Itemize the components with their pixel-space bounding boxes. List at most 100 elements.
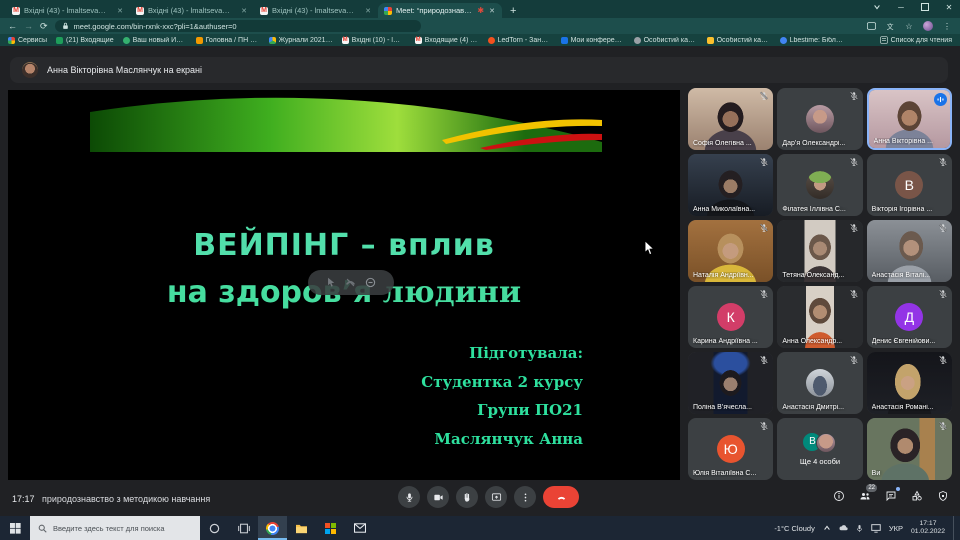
participant-tile[interactable]: ДДенис Євгенійови...: [867, 286, 952, 348]
bookmark-label: Головна / ПН Сто...: [206, 37, 260, 44]
taskbar-search-input[interactable]: Введите здесь текст для поиска: [30, 516, 200, 540]
participant-tile[interactable]: Наталія Андріївн...: [688, 220, 773, 282]
participant-tile[interactable]: Софія Олегівна ...: [688, 88, 773, 150]
bookmark-star-icon[interactable]: ☆: [904, 21, 914, 31]
mic-muted-icon: [938, 355, 948, 365]
participant-tile[interactable]: Філатея Іллівна С...: [777, 154, 862, 216]
activities-button[interactable]: [910, 488, 924, 504]
bookmark-orange-round-icon: [488, 37, 495, 44]
taskbar-clock[interactable]: 17:17 01.02.2022: [911, 520, 945, 537]
host-controls-button[interactable]: [936, 488, 950, 504]
bookmark-item[interactable]: MВходящие (4) - lmal...: [415, 37, 479, 44]
show-desktop-button[interactable]: [953, 516, 958, 540]
bookmark-item[interactable]: Сервисы: [8, 37, 47, 44]
camera-button[interactable]: [427, 486, 449, 508]
bookmark-item[interactable]: MВхідні (10) - lmalts...: [342, 37, 406, 44]
search-icon: [38, 524, 47, 533]
system-tray: -1°C Cloudy УКР 17:17 01.02.2022: [774, 516, 960, 540]
reload-button[interactable]: ⟳: [40, 22, 48, 31]
participant-tile[interactable]: ЮЮлія Віталіївна С...: [688, 418, 773, 480]
close-button[interactable]: ✕: [944, 2, 954, 12]
cursor-tool-icon[interactable]: [327, 277, 336, 288]
cortana-button[interactable]: [200, 516, 229, 540]
participant-tile[interactable]: Анна Олександр...: [777, 286, 862, 348]
task-view-button[interactable]: [229, 516, 258, 540]
participant-tile[interactable]: Тетяна Олександ...: [777, 220, 862, 282]
participant-tile[interactable]: ВВікторія Ігорівна ...: [867, 154, 952, 216]
raise-hand-button[interactable]: [456, 486, 478, 508]
present-button[interactable]: [485, 486, 507, 508]
photo-avatar: [806, 369, 834, 397]
minimize-tool-icon[interactable]: [365, 277, 376, 288]
forward-button[interactable]: →: [24, 22, 33, 31]
participant-tile[interactable]: Поліна В’ячесла...: [688, 352, 773, 414]
participant-tile[interactable]: Ви: [867, 418, 952, 480]
translate-icon[interactable]: 文: [885, 21, 895, 31]
browser-tab[interactable]: Meet: “природознавство з м✱✕: [378, 3, 502, 18]
more-options-button[interactable]: [514, 486, 536, 508]
bookmark-item[interactable]: Мои конференции...: [561, 37, 625, 44]
browser-tab[interactable]: MВхідні (43) - lmaltseva@kubg.ed✕: [6, 3, 130, 18]
tabs-container: MВхідні (43) - lmaltseva@kubg.ed✕MВхідні…: [6, 3, 502, 18]
participant-tile[interactable]: Анастасія Віталі...: [867, 220, 952, 282]
meeting-details-button[interactable]: [832, 488, 846, 504]
restore-button[interactable]: [920, 2, 930, 12]
chat-button[interactable]: [884, 488, 898, 504]
bookmark-item[interactable]: Головна / ПН Сто...: [196, 37, 260, 44]
participant-name: Вікторія Ігорівна ...: [872, 206, 938, 213]
overflow-tile[interactable]: ВЩе 4 особи: [777, 418, 862, 480]
browser-tab[interactable]: MВхідні (43) - lmaltseva@kubg.ed✕: [254, 3, 378, 18]
mic-muted-icon: [849, 157, 859, 167]
address-bar[interactable]: meet.google.com/bin-rxnk-xxc?pli=1&authu…: [55, 20, 421, 32]
bookmark-item[interactable]: (21) Входящие: [56, 37, 114, 44]
tab-close-icon[interactable]: ✕: [488, 7, 496, 15]
chrome-menu-icon[interactable]: ⋮: [942, 21, 952, 31]
browser-tab[interactable]: MВхідні (43) - lmaltseva@kubg.ed✕: [130, 3, 254, 18]
language-indicator[interactable]: УКР: [889, 524, 903, 533]
gmail-favicon: M: [136, 7, 144, 15]
profile-avatar[interactable]: [923, 21, 933, 31]
participant-tile[interactable]: Дар’я Олександрі...: [777, 88, 862, 150]
bookmark-item[interactable]: Ваш новый Интерн...: [123, 37, 187, 44]
slide-credits: Підготувала: Студентка 2 курсу Групи ПО2…: [421, 339, 583, 453]
end-call-button[interactable]: [543, 486, 579, 508]
start-button[interactable]: [0, 516, 30, 540]
reading-list-button[interactable]: Список для чтения: [880, 36, 952, 44]
bookmark-item[interactable]: Lbestime: Бібліотека: [780, 37, 844, 44]
tray-mic-icon[interactable]: [856, 524, 863, 533]
bookmark-drive-icon: [269, 37, 276, 44]
bookmark-item[interactable]: Журнали 2021-202...: [269, 37, 333, 44]
weather-widget[interactable]: -1°C Cloudy: [774, 524, 815, 533]
file-explorer-button[interactable]: [287, 516, 316, 540]
media-card-icon[interactable]: [866, 21, 876, 31]
onedrive-icon[interactable]: [839, 524, 848, 532]
display-icon[interactable]: [871, 524, 881, 533]
microphone-button[interactable]: [398, 486, 420, 508]
chrome-taskbar-button[interactable]: [258, 516, 287, 540]
participant-name: Денис Євгенійови...: [872, 338, 938, 345]
tab-title: Вхідні (43) - lmaltseva@kubg.ed: [24, 6, 112, 15]
participant-tile[interactable]: Анна Миколаївна...: [688, 154, 773, 216]
bookmark-item[interactable]: Особистий кабінет...: [634, 37, 698, 44]
participant-tile[interactable]: Анна Вікторівна ...: [867, 88, 952, 150]
mic-muted-icon: [759, 223, 769, 233]
hidden-icons-caret[interactable]: [823, 524, 831, 532]
participants-button[interactable]: 22: [858, 488, 872, 504]
participant-name: Анастасія Романі...: [872, 404, 938, 411]
bookmark-item[interactable]: LedTorn - Занятт...: [488, 37, 552, 44]
tab-close-icon[interactable]: ✕: [116, 7, 124, 15]
tab-close-icon[interactable]: ✕: [240, 7, 248, 15]
participant-tile[interactable]: Анастасія Романі...: [867, 352, 952, 414]
floating-share-toolbar[interactable]: [308, 270, 394, 295]
participant-tile[interactable]: ККарина Андріївна ...: [688, 286, 773, 348]
back-button[interactable]: ←: [8, 22, 17, 31]
minimize-button[interactable]: ─: [896, 2, 906, 12]
new-tab-button[interactable]: +: [510, 5, 516, 17]
participant-tile[interactable]: Анастасія Дмитрі...: [777, 352, 862, 414]
mail-app-button[interactable]: [345, 516, 374, 540]
bookmark-item[interactable]: Особистий кабінет...: [707, 37, 771, 44]
call-tool-icon[interactable]: [345, 277, 356, 288]
tab-close-icon[interactable]: ✕: [364, 7, 372, 15]
tab-search-caret-icon[interactable]: [872, 2, 882, 12]
store-app-button[interactable]: [316, 516, 345, 540]
